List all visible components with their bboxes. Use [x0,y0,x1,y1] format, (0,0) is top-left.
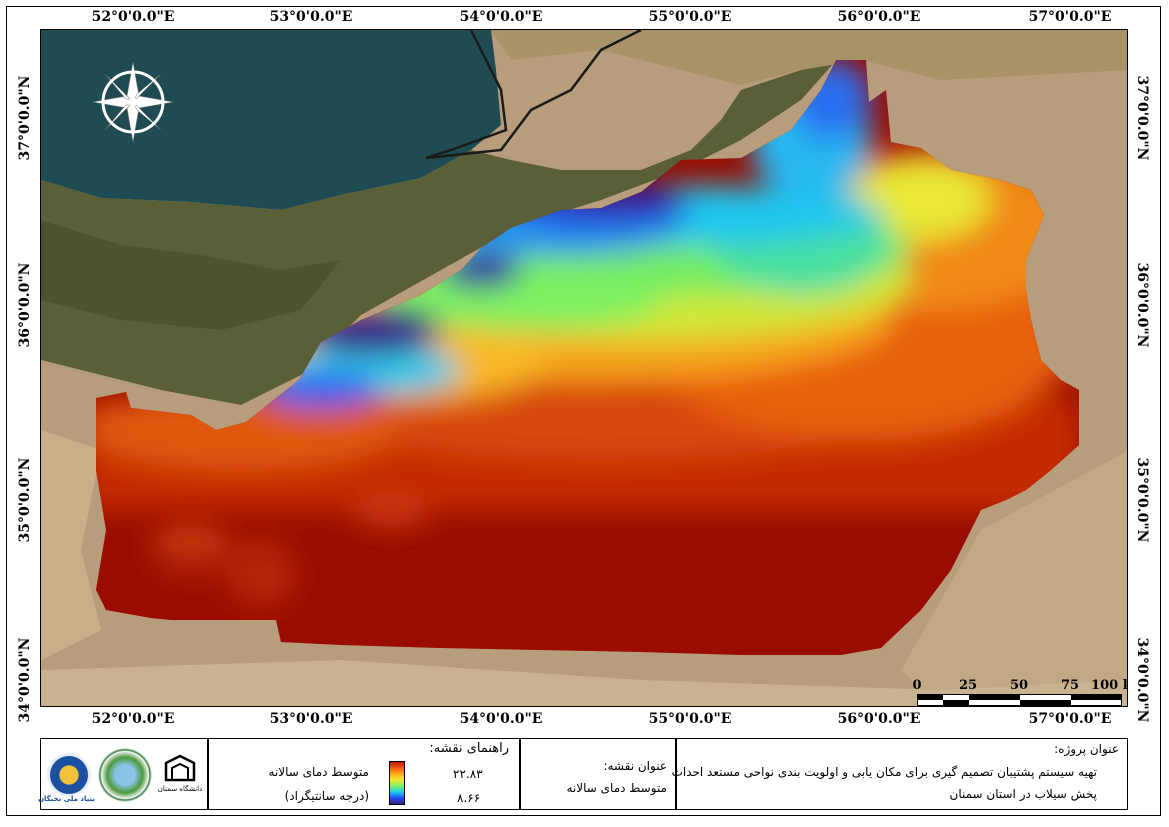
legend-unit: (درجه سانتیگراد) [284,789,369,803]
lon-label-top-54: 54°0'0.0"E [459,9,543,25]
legend-color-ramp [389,761,405,805]
lon-label-bottom-56: 56°0'0.0"E [837,711,921,727]
semnan-university-logo [164,754,196,782]
map-canvas[interactable]: 0 25 50 75 100 km [40,29,1128,707]
project-title-line-2: پخش سیلاب در استان سمنان [949,787,1097,801]
project-title-line-1: تهیه سیستم پشتیبان تصمیم گیری برای مکان … [671,765,1097,779]
map-title-panel: عنوان نقشه: متوسط دمای سالانه [520,738,676,810]
scale-label-75: 75 [1060,678,1080,693]
semnan-university-name: دانشگاه سمنان [157,785,203,793]
lon-label-top-57: 57°0'0.0"E [1028,9,1112,25]
lon-label-top-52: 52°0'0.0"E [91,9,175,25]
lon-label-top-53: 53°0'0.0"E [269,9,353,25]
logos-panel: بنیاد ملی نخبگان دانشگاه سمنان [38,738,208,810]
project-title-panel: عنوان پروژه: تهیه سیستم پشتیبان تصمیم گی… [672,738,1128,810]
lat-label-left-36: 36°0'0.0"N [17,262,33,348]
lon-label-bottom-52: 52°0'0.0"E [91,711,175,727]
lon-label-bottom-54: 54°0'0.0"E [459,711,543,727]
scale-label-0: 0 [912,678,922,693]
lat-label-right-37: 37°0'0.0"N [1134,75,1150,161]
legend-min-value: ۸.۶۶ [457,791,481,805]
map-title-value: متوسط دمای سالانه [566,781,667,795]
lat-label-right-36: 36°0'0.0"N [1134,262,1150,348]
lat-label-right-35: 35°0'0.0"N [1134,457,1150,543]
elites-foundation-name: بنیاد ملی نخبگان [38,795,95,803]
legend-layer-name: متوسط دمای سالانه [268,765,369,779]
scale-label-50: 50 [1009,678,1029,693]
scale-bar-ruler [917,694,1122,706]
scale-label-100: 100 km [1091,678,1127,693]
lat-label-left-34: 34°0'0.0"N [17,637,33,723]
scale-label-25: 25 [958,678,978,693]
lon-label-bottom-53: 53°0'0.0"E [269,711,353,727]
natural-resources-logo [97,747,153,803]
scale-bar: 0 25 50 75 100 km [912,678,1127,706]
compass-rose-icon [92,61,174,143]
lon-label-top-56: 56°0'0.0"E [837,9,921,25]
elites-foundation-logo [47,753,91,797]
lon-label-bottom-55: 55°0'0.0"E [648,711,732,727]
project-title-heading: عنوان پروژه: [1054,742,1119,756]
legend-panel: راهنمای نقشه: متوسط دمای سالانه (درجه سا… [208,738,520,810]
lat-label-left-35: 35°0'0.0"N [17,457,33,543]
lon-label-top-55: 55°0'0.0"E [648,9,732,25]
legend-heading: راهنمای نقشه: [429,741,509,756]
lon-label-bottom-57: 57°0'0.0"E [1028,711,1112,727]
legend-max-value: ۲۲.۸۳ [453,767,483,781]
lat-label-left-37: 37°0'0.0"N [17,75,33,161]
map-svg [41,30,1127,706]
lat-label-right-34: 34°0'0.0"N [1134,637,1150,723]
